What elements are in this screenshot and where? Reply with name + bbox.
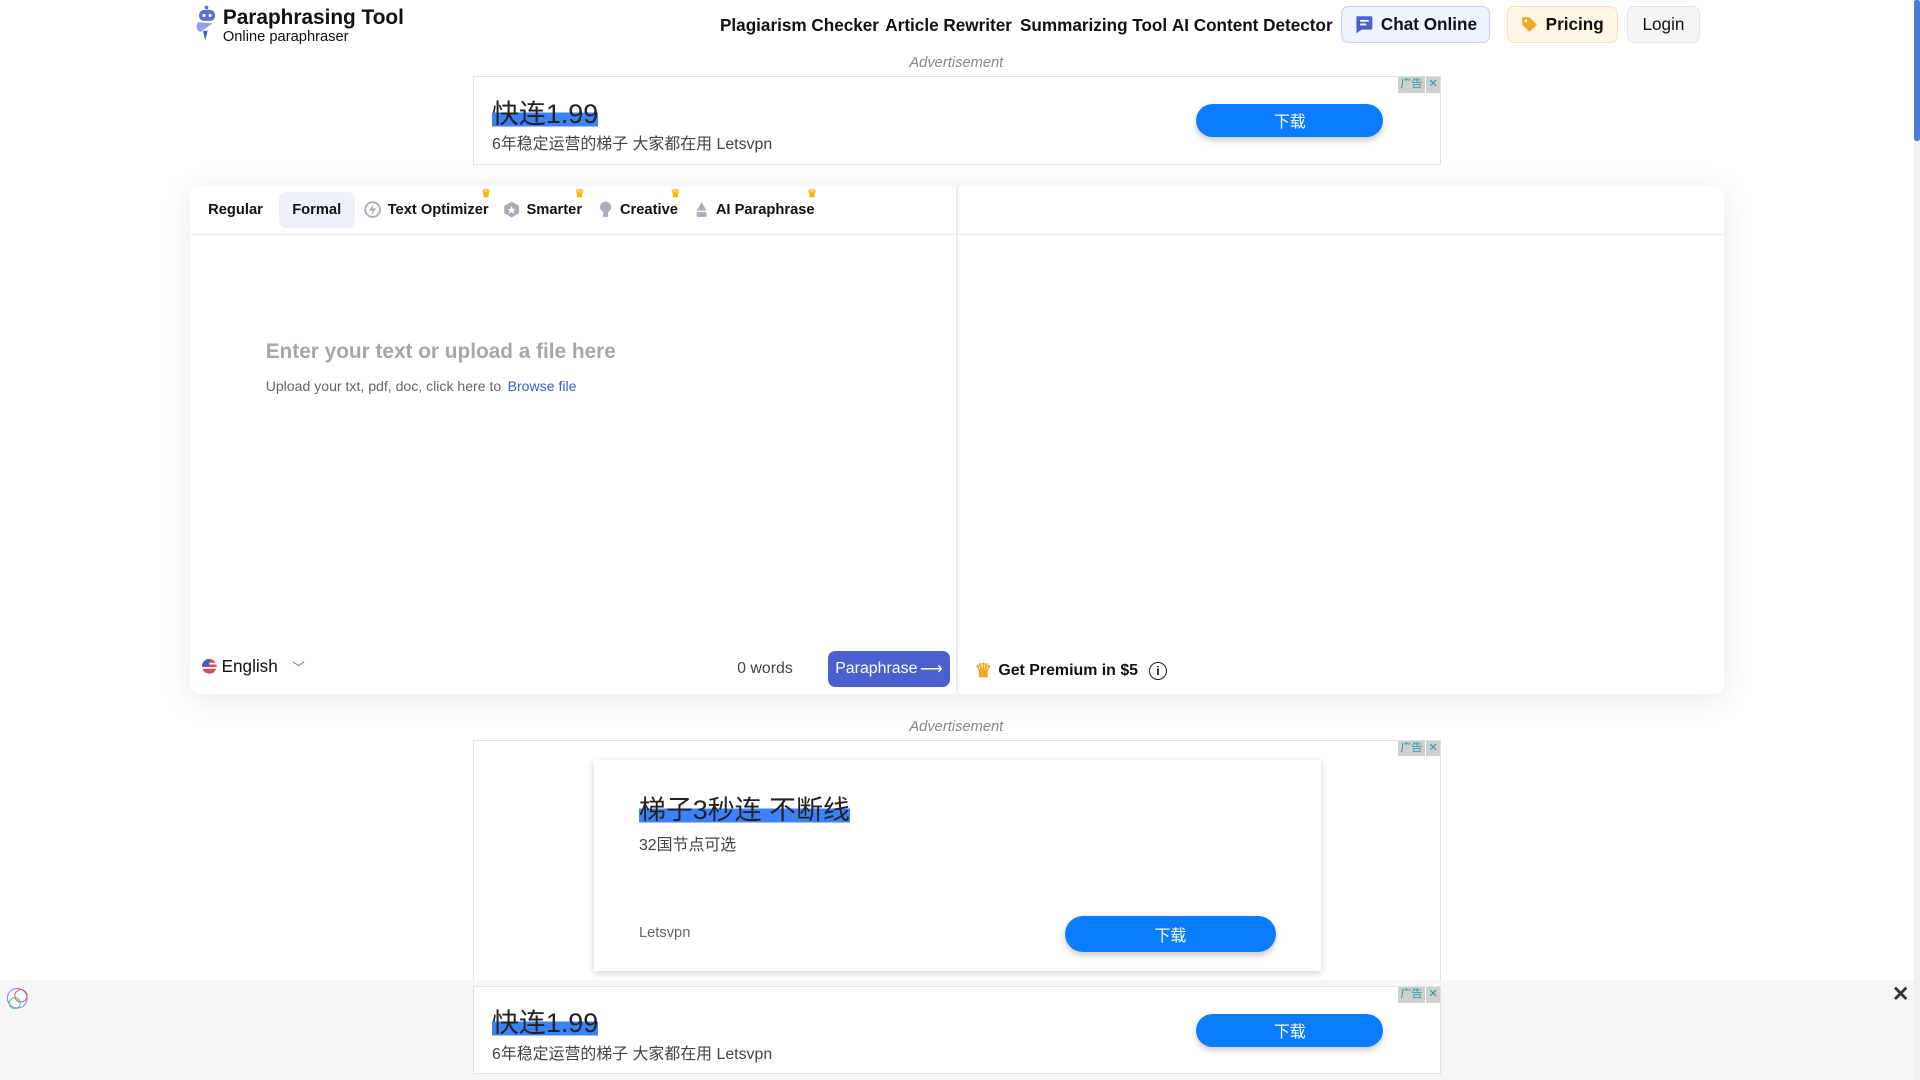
tab-label: Creative xyxy=(619,201,678,218)
ad-title: 梯子3秒连 不断线 xyxy=(638,795,850,826)
ad-title: 快连1.99 xyxy=(492,98,599,129)
premium-label: Get Premium in $5 xyxy=(998,661,1139,679)
tab-label: AI Paraphrase xyxy=(715,201,815,218)
robot-pen-logo-icon xyxy=(196,5,216,41)
advertisement-label: Advertisement xyxy=(909,718,1004,735)
input-placeholder: Enter your text or upload a file here xyxy=(265,340,616,364)
ad-badge[interactable]: 广告 ✕ xyxy=(1397,76,1441,93)
tab-label: Regular xyxy=(208,201,263,218)
crown-icon: ♛ xyxy=(670,187,681,200)
ad-download-button[interactable]: 下载 xyxy=(1065,915,1276,953)
login-button[interactable]: Login xyxy=(1627,6,1700,43)
paraphrase-button[interactable]: Paraphrase ⟶ xyxy=(827,651,951,687)
ad-badge-label: 广告 xyxy=(1397,740,1425,757)
tab-smarter[interactable]: Smarter ♛ xyxy=(493,188,584,229)
word-count: 0 words xyxy=(737,659,793,677)
crown-icon: ♛ xyxy=(807,187,818,200)
sticky-ad-close-icon[interactable]: ✕ xyxy=(1892,982,1909,1007)
upload-hint: Upload your txt, pdf, doc, click here to xyxy=(265,378,502,395)
chat-online-button[interactable]: Chat Online xyxy=(1340,6,1491,43)
ad-close-icon[interactable]: ✕ xyxy=(1426,986,1441,1003)
tab-regular[interactable]: Regular xyxy=(195,192,277,229)
us-flag-icon xyxy=(202,659,217,675)
ad-badge[interactable]: 广告 ✕ xyxy=(1397,986,1441,1003)
input-textarea[interactable]: Enter your text or upload a file here Up… xyxy=(190,235,957,639)
swirl-logo-icon xyxy=(6,987,28,1009)
logo[interactable] xyxy=(193,5,220,42)
tab-creative[interactable]: Creative ♛ xyxy=(587,188,680,229)
lightbulb-icon xyxy=(599,202,611,218)
crown-icon: ♛ xyxy=(574,187,585,200)
output-header-border xyxy=(957,234,1725,235)
ad-close-icon[interactable]: ✕ xyxy=(1426,76,1441,93)
browse-file-link[interactable]: Browse file xyxy=(508,378,577,394)
scrollbar-thumb[interactable] xyxy=(1913,0,1920,141)
mode-tabs: Regular Formal Text Optimizer ♛ Smarter ♛ … xyxy=(189,186,962,235)
tab-label: Formal xyxy=(292,201,342,218)
sticky-ad-bar: ✕ 广告 ✕ 快连1.99 6年稳定运营的梯子 大家都在用 Letsvpn 下载 xyxy=(0,979,1914,1080)
ad-close-icon[interactable]: ✕ xyxy=(1426,740,1441,757)
get-premium-link[interactable]: ♛ Get Premium in $5 i xyxy=(975,659,1167,683)
language-label: English xyxy=(221,656,278,677)
nav-ai-content-detector[interactable]: AI Content Detector xyxy=(1172,15,1333,36)
tab-formal[interactable]: Formal xyxy=(278,191,355,229)
top-ad-banner[interactable]: 广告 ✕ 快连1.99 6年稳定运营的梯子 大家都在用 Letsvpn 下载 xyxy=(472,75,1442,166)
tab-label: Text Optimizer xyxy=(387,201,489,218)
pane-divider xyxy=(956,186,958,695)
ad-badge-label: 广告 xyxy=(1397,986,1425,1003)
tab-ai-paraphrase[interactable]: AI Paraphrase ♛ xyxy=(683,188,817,229)
info-icon[interactable]: i xyxy=(1149,661,1167,680)
lightning-icon xyxy=(364,201,382,219)
hexagon-star-icon xyxy=(504,202,520,218)
page-scrollbar[interactable] xyxy=(1913,0,1920,1080)
pricing-label: Pricing xyxy=(1545,13,1604,34)
language-select[interactable]: English ﹀ xyxy=(202,656,305,677)
nav-article-rewriter[interactable]: Article Rewriter xyxy=(885,15,1012,36)
pen-nib-icon xyxy=(696,202,707,218)
ad-subtitle: 32国节点可选 xyxy=(638,837,737,855)
chevron-down-icon: ﹀ xyxy=(292,660,305,675)
advertisement-label: Advertisement xyxy=(909,55,1004,72)
ad-badge-label: 广告 xyxy=(1397,76,1425,93)
tab-label: Smarter xyxy=(526,201,583,218)
ad-card[interactable]: 梯子3秒连 不断线 32国节点可选 Letsvpn 下载 xyxy=(593,760,1321,971)
chat-online-label: Chat Online xyxy=(1380,13,1478,34)
chat-bubble-icon xyxy=(1356,15,1373,34)
ad-brand: Letsvpn xyxy=(638,925,691,942)
ad-subtitle: 6年稳定运营的梯子 大家都在用 Letsvpn xyxy=(492,1045,773,1063)
crown-icon: ♛ xyxy=(974,659,993,682)
ad-download-button[interactable]: 下载 xyxy=(1196,1013,1384,1047)
nav-plagiarism-checker[interactable]: Plagiarism Checker xyxy=(720,15,879,36)
ad-download-button[interactable]: 下载 xyxy=(1196,103,1384,137)
ad-badge[interactable]: 广告 ✕ xyxy=(1397,740,1441,757)
sticky-ad-banner[interactable]: 广告 ✕ 快连1.99 6年稳定运营的梯子 大家都在用 Letsvpn 下载 xyxy=(472,985,1442,1074)
login-label: Login xyxy=(1642,13,1685,34)
tab-text-optimizer[interactable]: Text Optimizer ♛ xyxy=(357,188,491,229)
crown-icon: ♛ xyxy=(481,187,492,200)
arrow-right-icon: ⟶ xyxy=(919,661,943,679)
nav-summarizing-tool[interactable]: Summarizing Tool xyxy=(1020,15,1167,36)
paraphrase-label: Paraphrase xyxy=(835,660,918,678)
middle-ad-banner[interactable]: 广告 ✕ 梯子3秒连 不断线 32国节点可选 Letsvpn 下载 xyxy=(472,739,1442,997)
ad-title: 快连1.99 xyxy=(492,1008,599,1039)
paraphraser-card: Regular Formal Text Optimizer ♛ Smarter ♛ … xyxy=(189,186,1725,695)
price-tag-icon xyxy=(1522,17,1538,32)
pricing-button[interactable]: Pricing xyxy=(1507,6,1618,43)
logo-title[interactable]: Paraphrasing Tool xyxy=(223,6,404,30)
logo-subtitle: Online paraphraser xyxy=(222,29,349,46)
ad-subtitle: 6年稳定运营的梯子 大家都在用 Letsvpn xyxy=(492,135,773,153)
